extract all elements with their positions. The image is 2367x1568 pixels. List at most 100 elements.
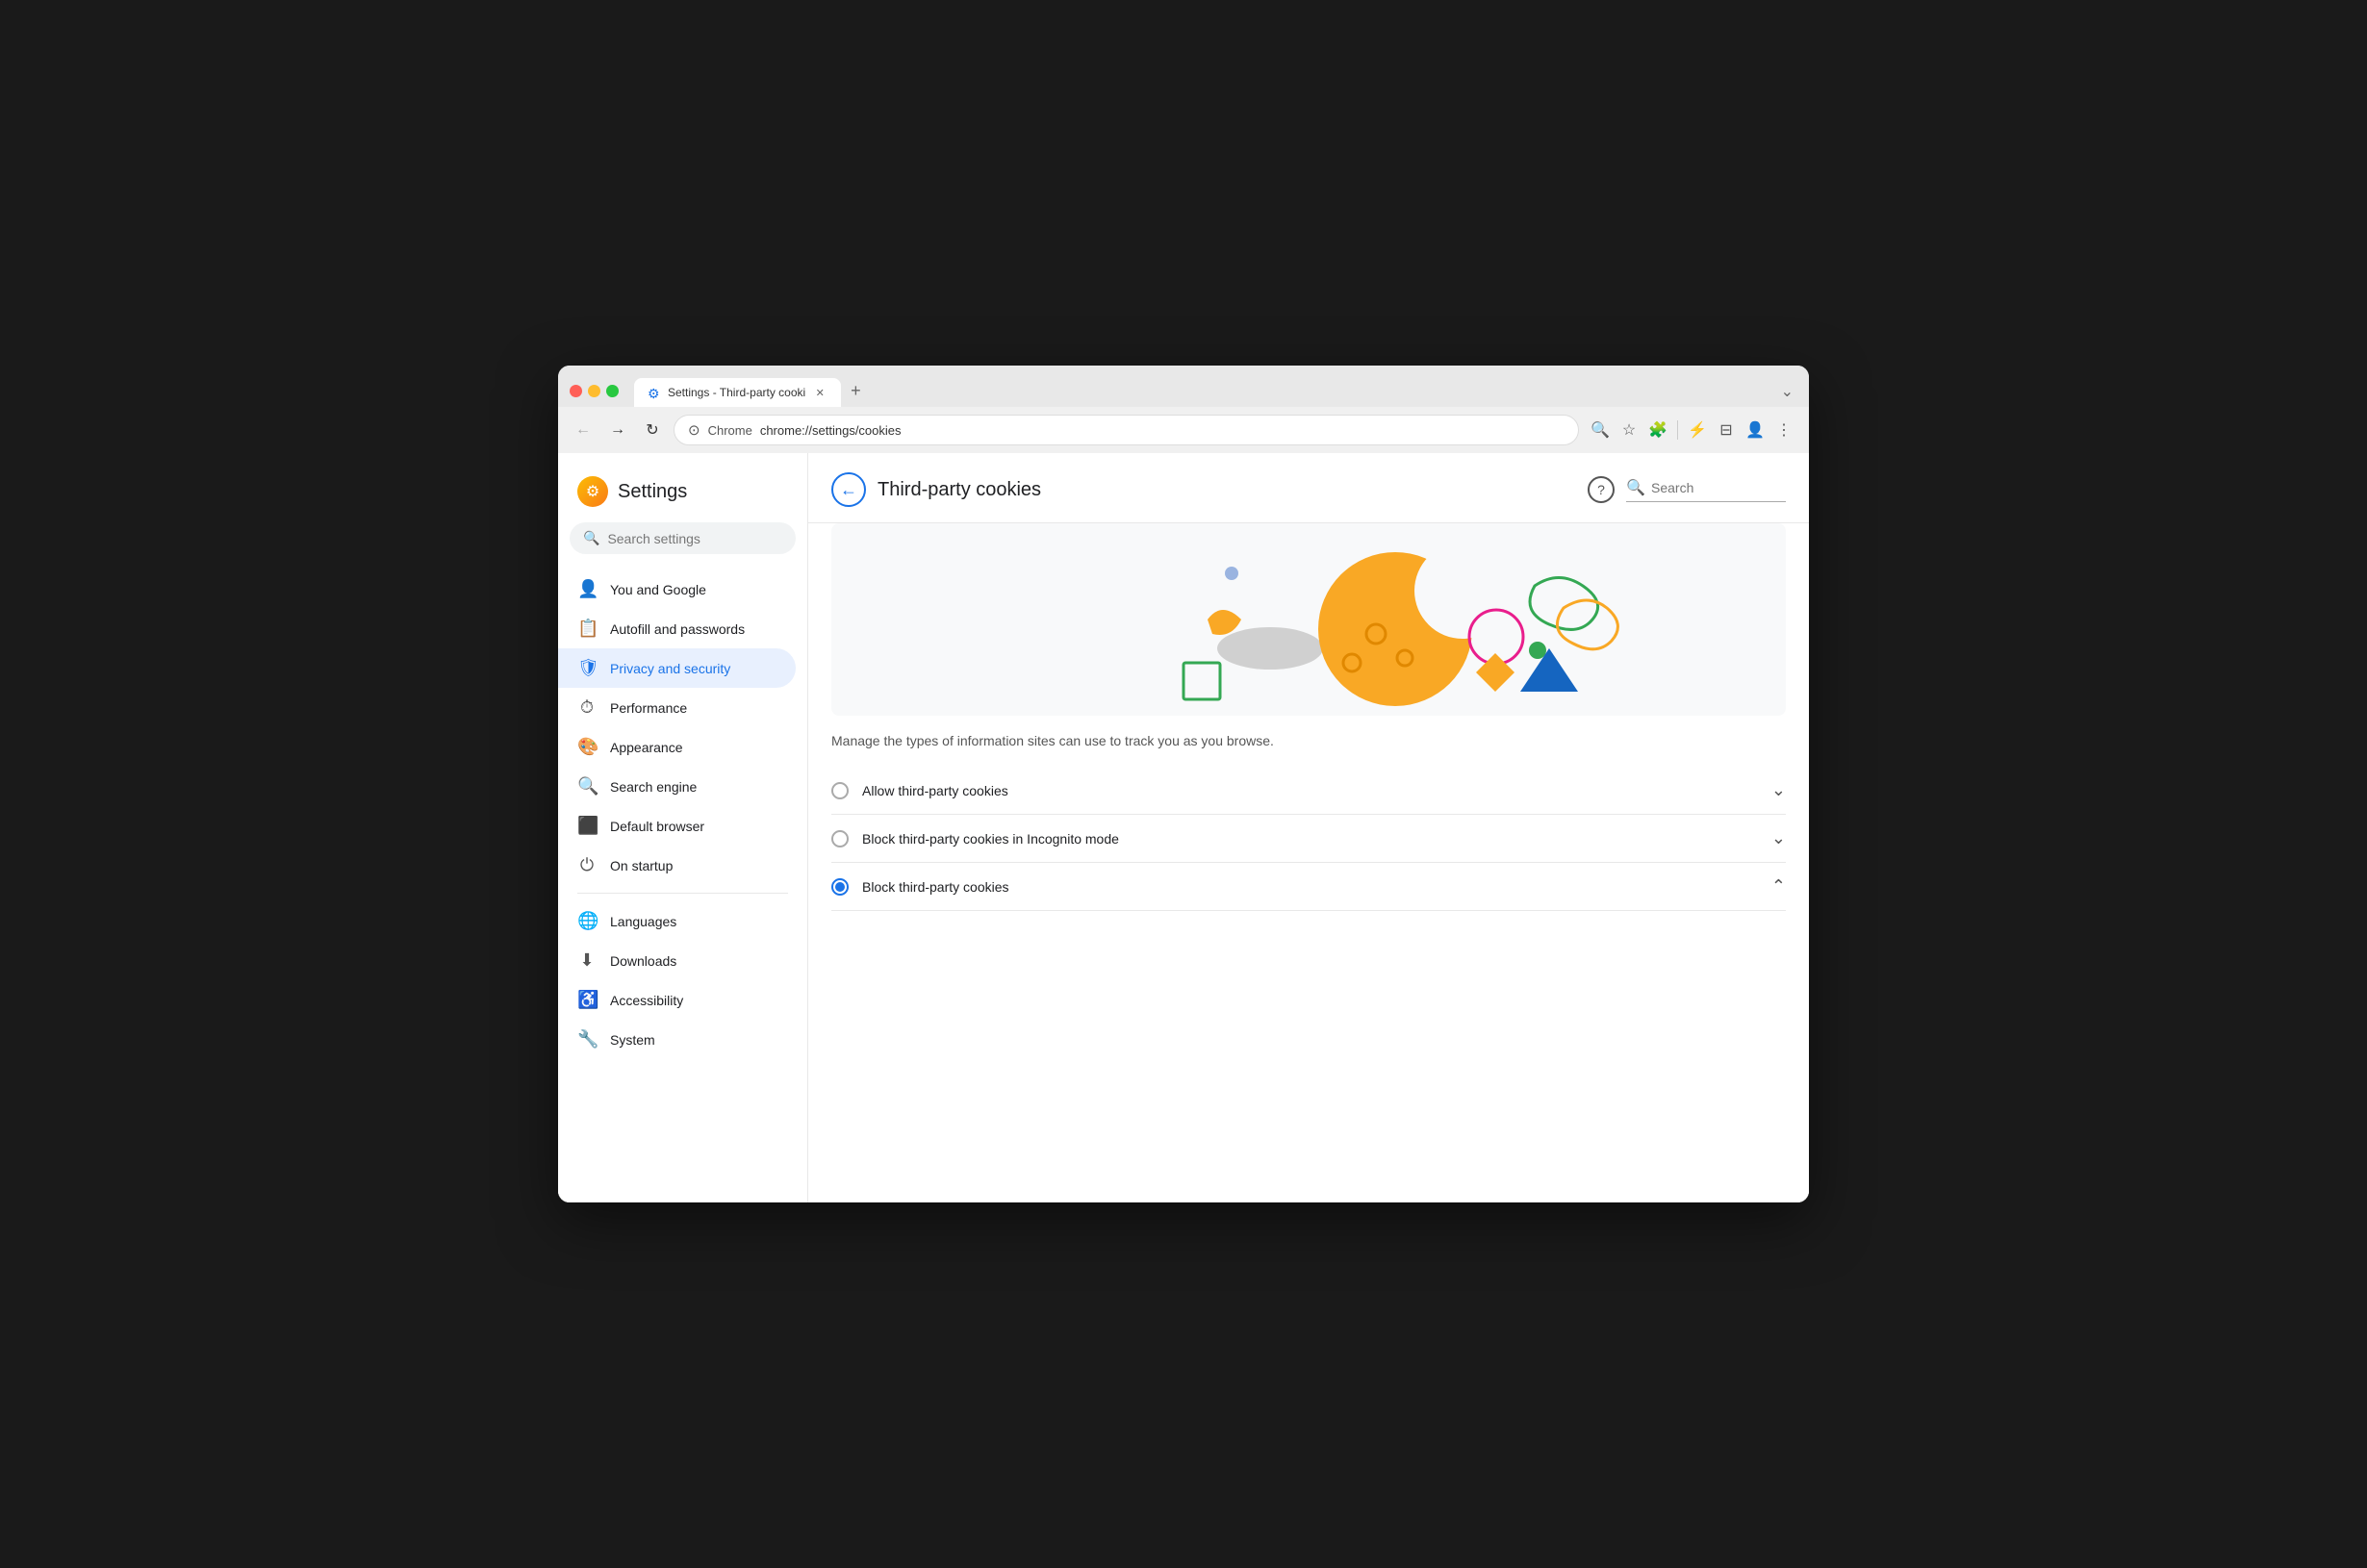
sidebar-item-default-browser[interactable]: ⬛ Default browser	[558, 806, 796, 846]
search-settings[interactable]: 🔍 Search settings	[570, 522, 796, 554]
sidebar-item-appearance[interactable]: 🎨 Appearance	[558, 727, 796, 767]
appearance-icon: 🎨	[577, 737, 597, 757]
profile-button[interactable]: 👤	[1742, 417, 1769, 443]
sidebar-item-languages[interactable]: 🌐 Languages	[558, 901, 796, 941]
performance-button[interactable]: ⚡	[1684, 417, 1711, 443]
title-bar: ⚙ Settings - Third-party cooki ✕ + ⌄	[558, 366, 1809, 407]
chrome-logo-icon: ⊙	[688, 421, 700, 439]
shield-icon: 🛡	[577, 658, 597, 678]
option-allow[interactable]: Allow third-party cookies ⌄	[831, 767, 1786, 815]
menu-button[interactable]: ⋮	[1770, 417, 1797, 443]
tabs-bar: ⚙ Settings - Third-party cooki ✕ + ⌄	[634, 375, 1797, 407]
sidebar-label-you-and-google: You and Google	[610, 582, 706, 597]
back-button[interactable]: ←	[831, 472, 866, 507]
options-description: Manage the types of information sites ca…	[831, 731, 1786, 751]
new-tab-button[interactable]: +	[843, 375, 869, 407]
startup-icon: ⏻	[577, 855, 597, 875]
reload-button[interactable]: ↻	[639, 417, 666, 443]
accessibility-icon: ♿	[577, 990, 597, 1010]
forward-nav-button[interactable]: →	[604, 417, 631, 443]
address-bar[interactable]: ⊙ Chrome chrome://settings/cookies	[674, 415, 1579, 445]
browser-window: ⚙ Settings - Third-party cooki ✕ + ⌄ ← →…	[558, 366, 1809, 1202]
radio-block-incognito[interactable]	[831, 830, 849, 847]
active-tab[interactable]: ⚙ Settings - Third-party cooki ✕	[634, 378, 841, 407]
sidebar-label-autofill: Autofill and passwords	[610, 621, 745, 637]
nav-actions: 🔍 ☆ 🧩 ⚡ ⊟ 👤 ⋮	[1587, 417, 1797, 443]
sidebar-label-downloads: Downloads	[610, 953, 676, 969]
option-block-all-expand-icon[interactable]: ⌃	[1771, 876, 1786, 897]
search-settings-placeholder: Search settings	[607, 531, 700, 546]
settings-header: ⚙ Settings	[558, 468, 807, 522]
nav-divider	[1677, 420, 1678, 440]
sidebar-item-you-and-google[interactable]: 👤 You and Google	[558, 569, 796, 609]
sidebar-label-appearance: Appearance	[610, 740, 683, 755]
globe-icon: 🌐	[577, 911, 597, 931]
close-button[interactable]	[570, 385, 582, 397]
sidebar-item-search-engine[interactable]: 🔍 Search engine	[558, 767, 796, 806]
settings-logo: ⚙	[577, 476, 608, 507]
panel-header: ← Third-party cookies ? 🔍	[808, 453, 1809, 523]
address-text: chrome://settings/cookies	[760, 423, 902, 438]
sidebar-label-on-startup: On startup	[610, 858, 673, 873]
option-allow-label: Allow third-party cookies	[862, 783, 1758, 798]
search-engine-icon: 🔍	[577, 776, 597, 797]
panel-actions: ? 🔍	[1588, 476, 1786, 503]
sidebar-item-system[interactable]: 🔧 System	[558, 1020, 796, 1059]
maximize-button[interactable]	[606, 385, 619, 397]
sidebar-label-search-engine: Search engine	[610, 779, 697, 795]
sidebar-label-system: System	[610, 1032, 655, 1048]
help-button[interactable]: ?	[1588, 476, 1615, 503]
option-block-incognito[interactable]: Block third-party cookies in Incognito m…	[831, 815, 1786, 863]
sidebar-item-privacy[interactable]: 🛡 Privacy and security	[558, 648, 796, 688]
tab-title: Settings - Third-party cooki	[668, 386, 805, 399]
radio-block-all-dot	[835, 882, 845, 892]
traffic-lights	[570, 385, 619, 397]
extensions-button[interactable]: 🧩	[1644, 417, 1671, 443]
person-icon: 👤	[577, 579, 597, 599]
cookie-illustration	[831, 523, 1786, 716]
sidebar-item-performance[interactable]: ⏱ Performance	[558, 688, 796, 727]
panel-search-input[interactable]	[1651, 480, 1786, 495]
panel-search[interactable]: 🔍	[1626, 478, 1786, 502]
split-view-button[interactable]: ⊟	[1713, 417, 1740, 443]
option-allow-expand-icon[interactable]: ⌄	[1771, 780, 1786, 800]
option-block-incognito-expand-icon[interactable]: ⌄	[1771, 828, 1786, 848]
cookie-svg	[831, 523, 1786, 716]
back-nav-button[interactable]: ←	[570, 417, 597, 443]
download-icon: ⬇	[577, 950, 597, 971]
option-block-all[interactable]: Block third-party cookies ⌃	[831, 863, 1786, 911]
sidebar-label-performance: Performance	[610, 700, 687, 716]
system-icon: 🔧	[577, 1029, 597, 1050]
sidebar-label-accessibility: Accessibility	[610, 993, 683, 1008]
nav-bar: ← → ↻ ⊙ Chrome chrome://settings/cookies…	[558, 407, 1809, 453]
autofill-icon: 📋	[577, 619, 597, 639]
panel-search-icon: 🔍	[1626, 478, 1645, 497]
tab-close-button[interactable]: ✕	[812, 385, 827, 400]
zoom-button[interactable]: 🔍	[1587, 417, 1614, 443]
option-block-all-label: Block third-party cookies	[862, 879, 1758, 895]
panel-title: Third-party cookies	[878, 479, 1576, 501]
minimize-button[interactable]	[588, 385, 600, 397]
chrome-label: Chrome	[708, 423, 752, 438]
sidebar-label-privacy: Privacy and security	[610, 661, 730, 676]
radio-allow[interactable]	[831, 782, 849, 799]
browser-content: ⚙ Settings 🔍 Search settings 👤 You and G…	[558, 453, 1809, 1202]
sidebar-item-downloads[interactable]: ⬇ Downloads	[558, 941, 796, 980]
sidebar-label-default-browser: Default browser	[610, 819, 704, 834]
tab-expand-button[interactable]: ⌄	[1777, 378, 1797, 405]
sidebar-item-on-startup[interactable]: ⏻ On startup	[558, 846, 796, 885]
option-block-incognito-label: Block third-party cookies in Incognito m…	[862, 831, 1758, 847]
options-area: Manage the types of information sites ca…	[808, 716, 1809, 926]
browser-icon: ⬛	[577, 816, 597, 836]
settings-title: Settings	[618, 481, 687, 503]
sidebar-item-autofill[interactable]: 📋 Autofill and passwords	[558, 609, 796, 648]
sidebar: ⚙ Settings 🔍 Search settings 👤 You and G…	[558, 453, 808, 1202]
radio-block-all[interactable]	[831, 878, 849, 896]
main-panel: ← Third-party cookies ? 🔍	[808, 453, 1809, 1202]
performance-icon: ⏱	[577, 697, 597, 718]
sidebar-label-languages: Languages	[610, 914, 676, 929]
tab-favicon-icon: ⚙	[648, 386, 661, 399]
bookmark-button[interactable]: ☆	[1616, 417, 1642, 443]
sidebar-divider	[577, 893, 788, 894]
sidebar-item-accessibility[interactable]: ♿ Accessibility	[558, 980, 796, 1020]
